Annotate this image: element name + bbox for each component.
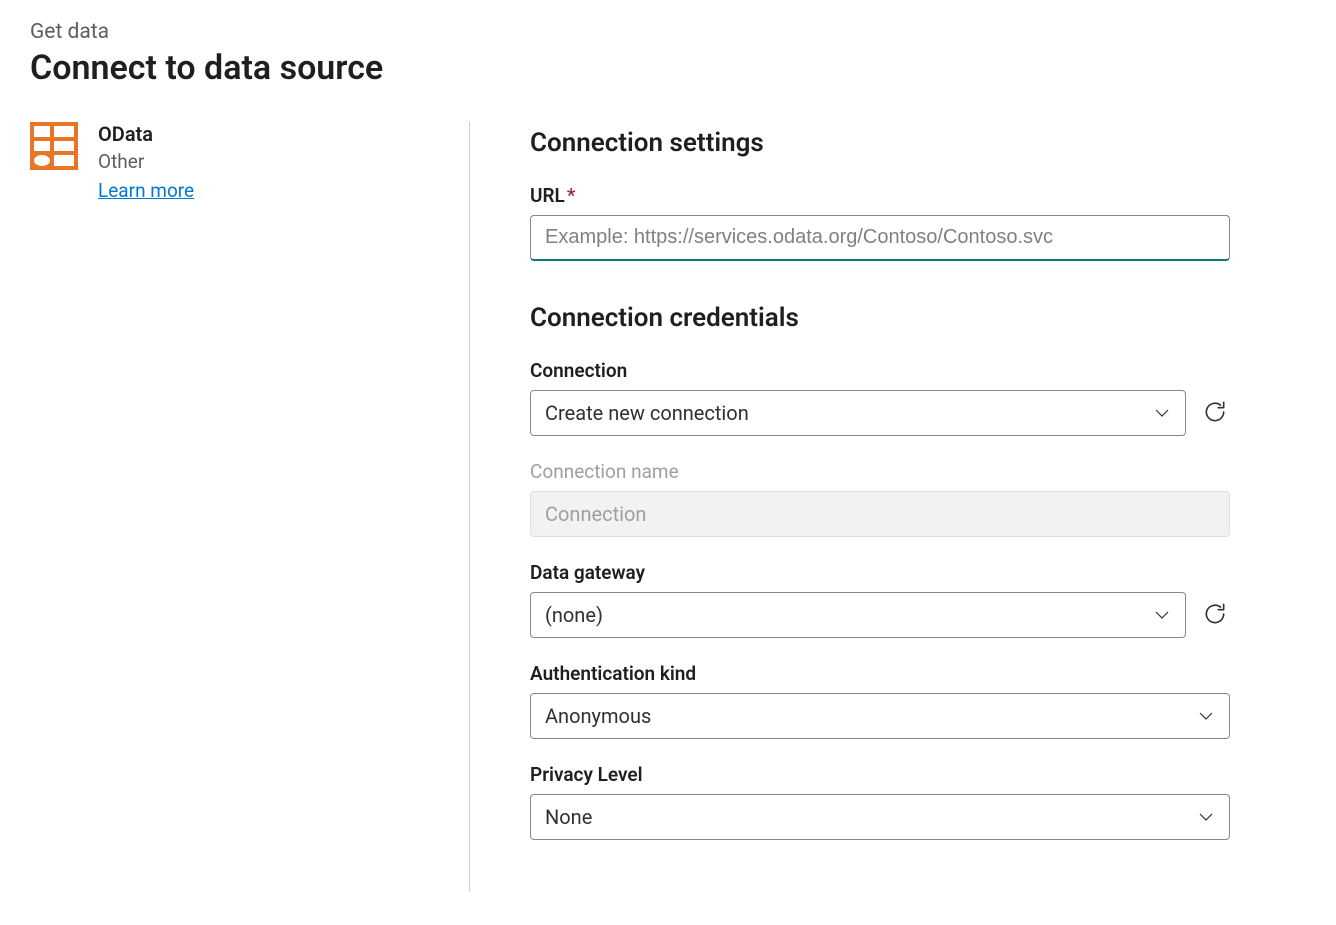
refresh-connection-button[interactable]: [1200, 398, 1230, 428]
url-label: URL*: [530, 184, 1230, 207]
privacy-level-label: Privacy Level: [530, 763, 1230, 786]
required-asterisk: *: [567, 184, 576, 207]
odata-connector-icon: [30, 122, 78, 170]
auth-kind-select-value: Anonymous: [545, 704, 651, 728]
privacy-level-select-value: None: [545, 805, 592, 829]
connector-name: OData: [98, 122, 194, 146]
breadcrumb: Get data: [30, 20, 1306, 44]
connector-panel: OData Other Learn more: [30, 122, 470, 892]
connection-name-label: Connection name: [530, 460, 1230, 483]
connection-select-value: Create new connection: [545, 401, 749, 425]
data-gateway-select-value: (none): [545, 603, 603, 627]
connection-name-input: Connection: [530, 491, 1230, 537]
connector-category: Other: [98, 150, 194, 173]
auth-kind-select[interactable]: Anonymous: [530, 693, 1230, 739]
data-gateway-select[interactable]: (none): [530, 592, 1186, 638]
privacy-level-select[interactable]: None: [530, 794, 1230, 840]
refresh-icon: [1202, 601, 1228, 630]
refresh-gateway-button[interactable]: [1200, 600, 1230, 630]
auth-kind-label: Authentication kind: [530, 662, 1230, 685]
chevron-down-icon: [1153, 404, 1171, 422]
chevron-down-icon: [1153, 606, 1171, 624]
connection-credentials-heading: Connection credentials: [530, 303, 1306, 333]
data-gateway-label: Data gateway: [530, 561, 1230, 584]
url-input[interactable]: [530, 215, 1230, 261]
chevron-down-icon: [1197, 808, 1215, 826]
chevron-down-icon: [1197, 707, 1215, 725]
connection-settings-heading: Connection settings: [530, 128, 1306, 158]
refresh-icon: [1202, 399, 1228, 428]
page-title: Connect to data source: [30, 48, 1306, 88]
form-panel: Connection settings URL* Connection cred…: [470, 122, 1306, 892]
connection-label: Connection: [530, 359, 1230, 382]
learn-more-link[interactable]: Learn more: [98, 179, 194, 202]
connection-select[interactable]: Create new connection: [530, 390, 1186, 436]
